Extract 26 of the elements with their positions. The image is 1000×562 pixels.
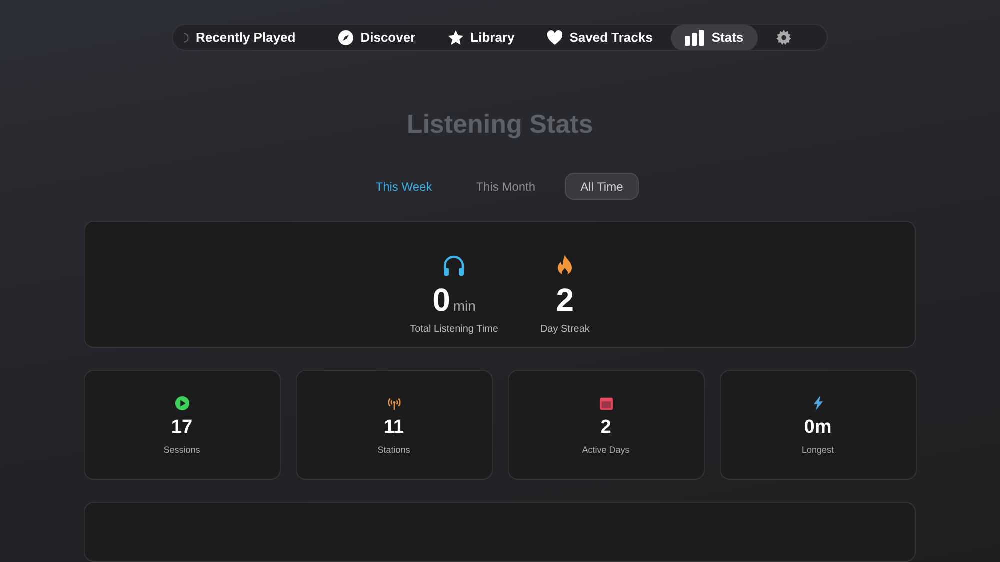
stat-label: Total Listening Time <box>410 324 498 336</box>
period-tab[interactable]: This Week <box>360 173 448 200</box>
stat-value: 0m <box>804 417 832 439</box>
nav-tab[interactable]: Discover <box>324 25 430 50</box>
stat-value: 2 <box>556 282 574 318</box>
nav-tab[interactable]: Recently Played <box>175 25 310 50</box>
stat-value: 17 <box>171 417 193 439</box>
stat-value: 11 <box>384 417 404 439</box>
stat-value: 0 min <box>432 282 476 318</box>
stat-label: Day Streak <box>540 324 590 336</box>
stat-label: Active Days <box>582 445 630 455</box>
stat-label: Sessions <box>164 445 200 455</box>
stat-value: 2 <box>600 417 612 439</box>
gear-icon <box>776 30 792 46</box>
stat-label: Longest <box>802 445 834 455</box>
nav-tab[interactable]: Library <box>434 25 529 50</box>
compass-icon <box>338 30 354 46</box>
bar-chart-icon <box>684 30 705 46</box>
page-title: Listening Stats <box>406 109 594 140</box>
star-icon <box>448 30 464 46</box>
stat-label: Stations <box>378 445 410 455</box>
nav-tab[interactable]: Stats <box>670 25 758 50</box>
period-tab[interactable]: This Month <box>461 173 551 200</box>
period-tab[interactable]: All Time <box>564 173 640 200</box>
heart-icon <box>546 30 563 46</box>
nav-tab[interactable]: Saved Tracks <box>532 25 667 50</box>
